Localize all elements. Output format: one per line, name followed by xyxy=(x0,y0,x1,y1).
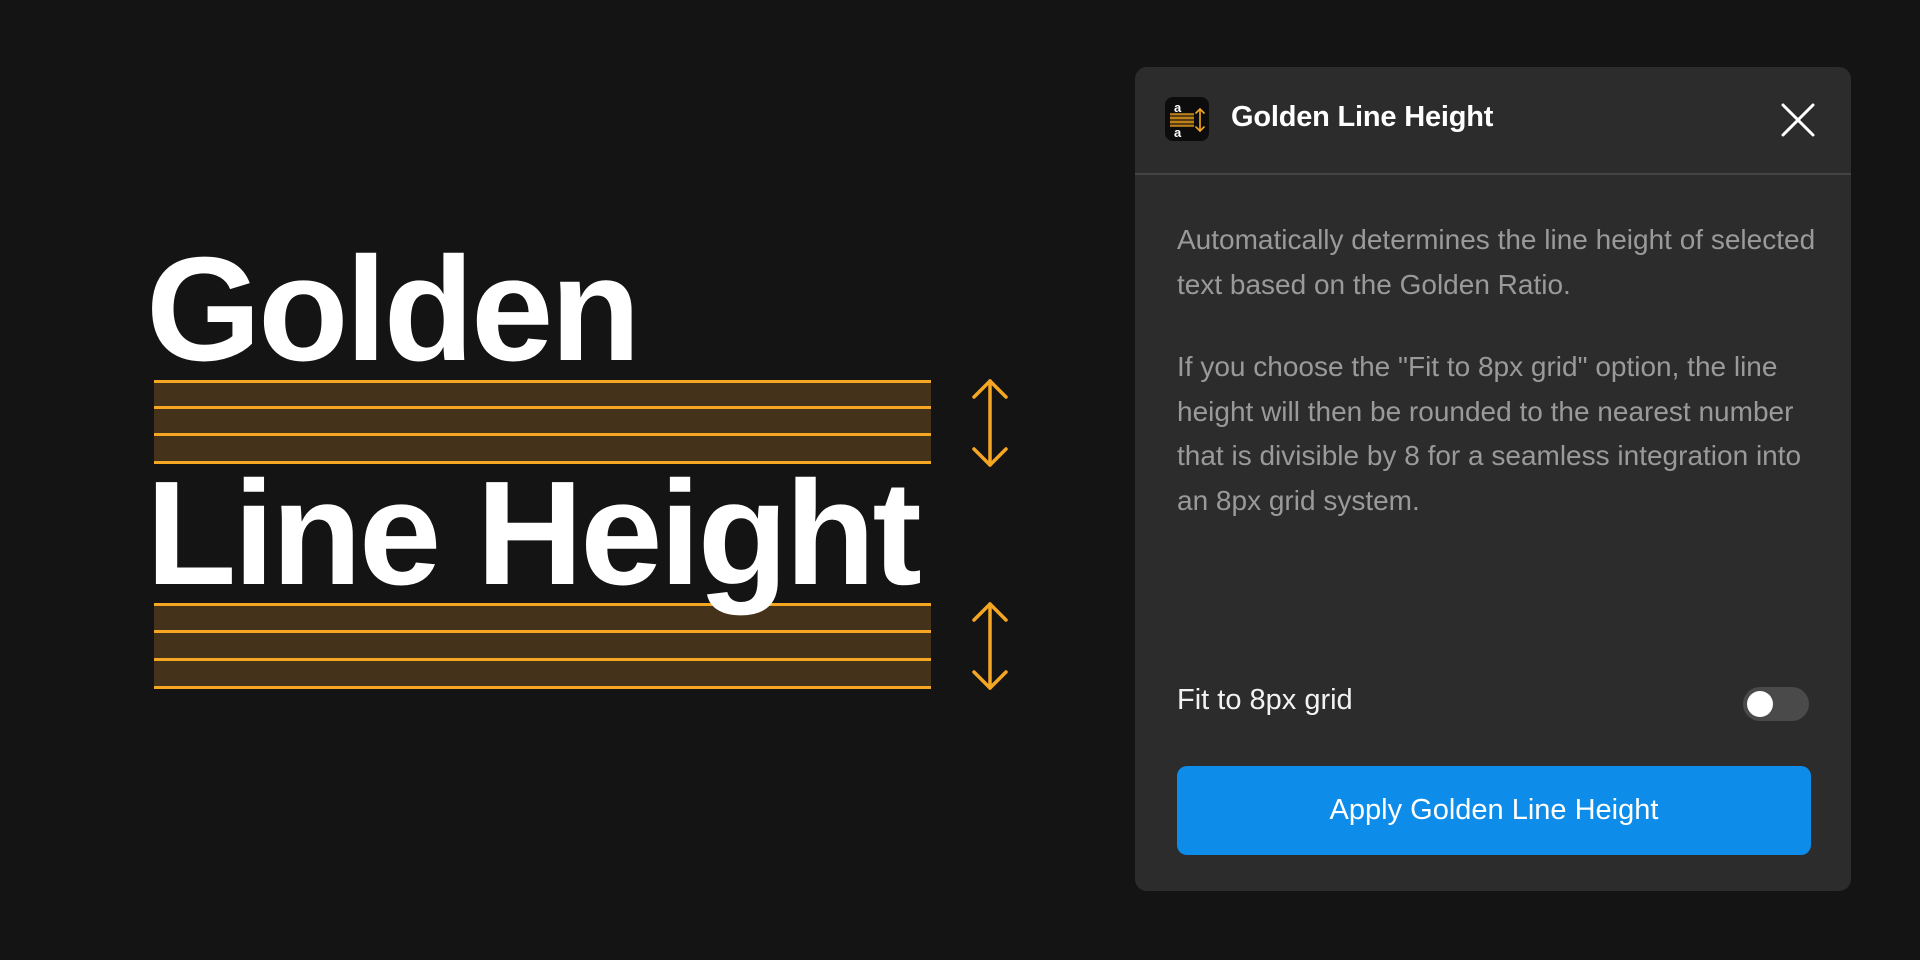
panel-title: Golden Line Height xyxy=(1231,101,1494,133)
fit-to-grid-toggle[interactable] xyxy=(1743,687,1809,721)
hero-word-line-height: Line Height xyxy=(146,451,922,616)
toggle-knob xyxy=(1747,691,1773,717)
panel-header: a a Golden Line Height xyxy=(1135,67,1851,175)
plugin-panel: a a Golden Line Height Automatically det… xyxy=(1135,67,1851,891)
close-icon xyxy=(1781,103,1815,137)
close-button[interactable] xyxy=(1775,97,1821,143)
description-paragraph-1: Automatically determines the line height… xyxy=(1177,224,1816,300)
apply-golden-line-height-button[interactable]: Apply Golden Line Height xyxy=(1177,766,1811,855)
vertical-arrow-icon xyxy=(972,602,1008,690)
canvas: Golden Line Height a a Golden Line Heigh… xyxy=(0,0,1920,960)
svg-text:a: a xyxy=(1174,100,1182,115)
svg-text:a: a xyxy=(1174,125,1182,140)
fit-to-grid-label: Fit to 8px grid xyxy=(1177,684,1353,716)
description-paragraph-2: If you choose the "Fit to 8px grid" opti… xyxy=(1177,351,1802,516)
hero-word-golden: Golden xyxy=(146,227,641,392)
vertical-arrow-icon xyxy=(972,379,1008,467)
line-height-icon: a a xyxy=(1165,97,1209,141)
